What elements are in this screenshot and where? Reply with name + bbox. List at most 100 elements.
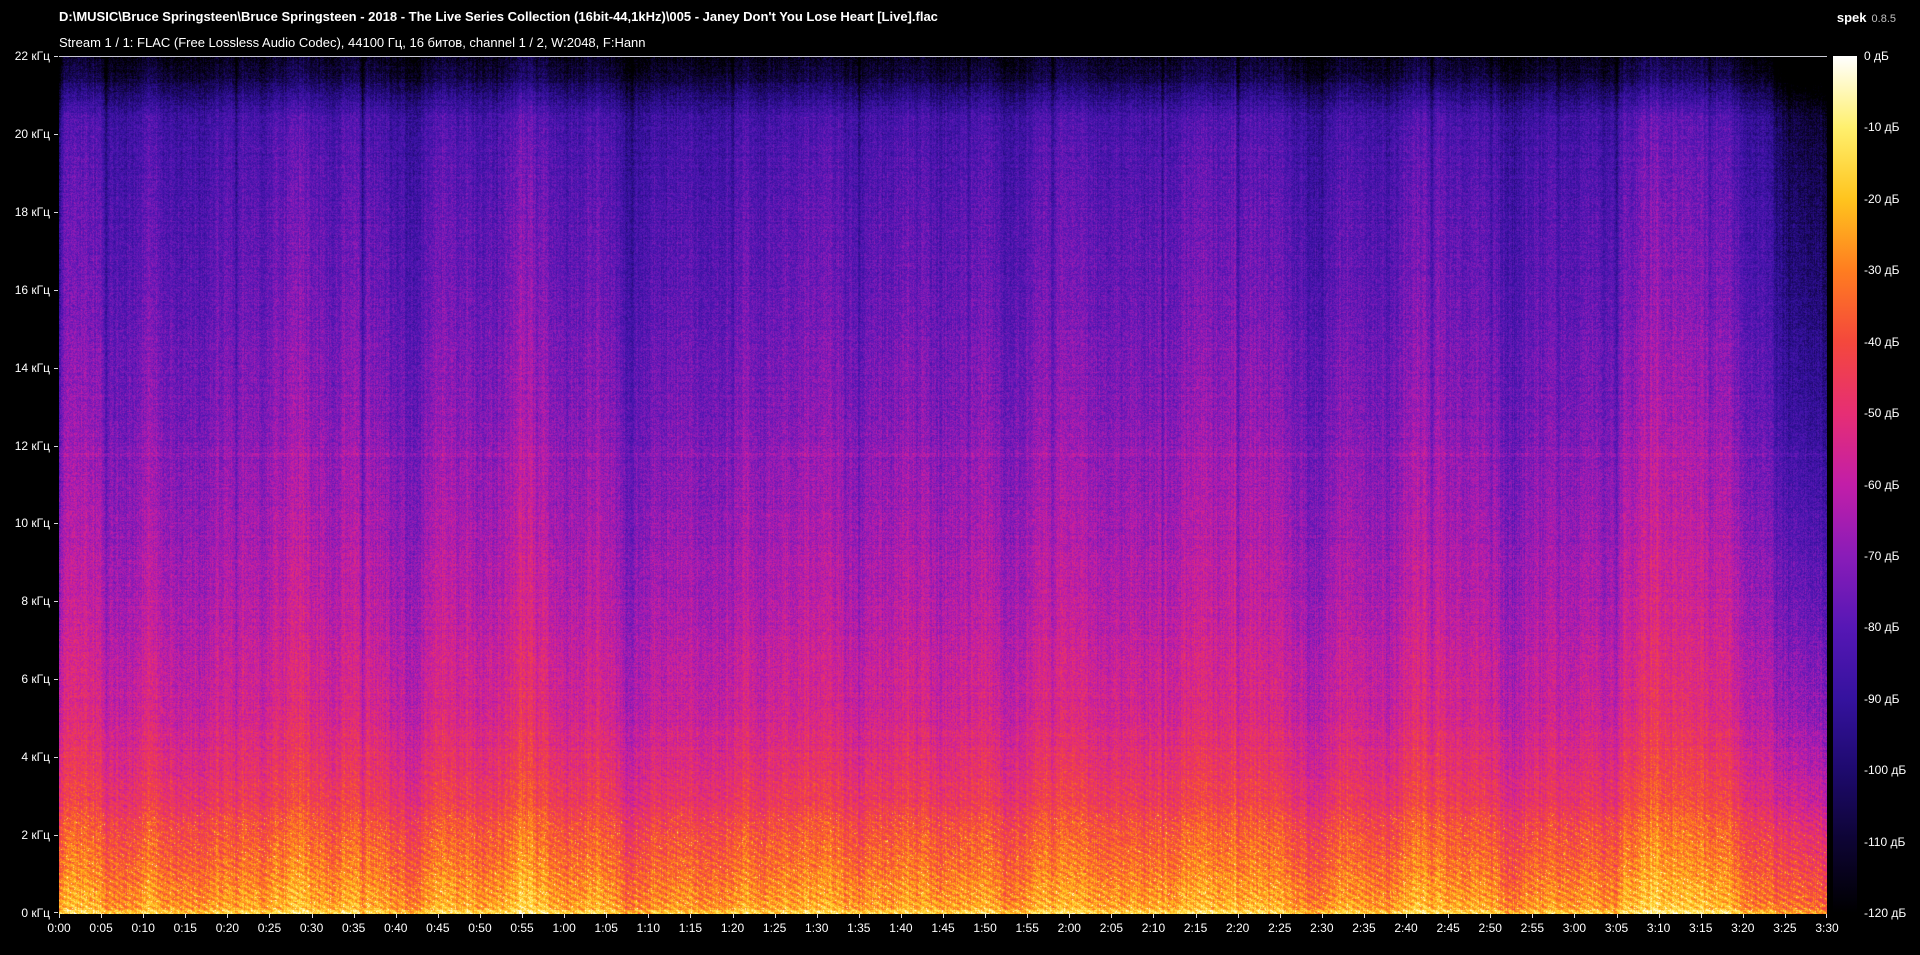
- time-tick-label: 0:20: [215, 921, 240, 935]
- time-tick-label: 3:15: [1689, 921, 1713, 935]
- freq-tick: [54, 601, 58, 603]
- db-tick-label: -110 дБ: [1864, 834, 1906, 849]
- time-tick-label: 2:25: [1268, 921, 1292, 935]
- time-tick: [606, 914, 608, 918]
- time-tick-label: 1:10: [636, 921, 661, 935]
- time-tick: [1658, 914, 1660, 918]
- time-tick-label: 1:40: [889, 921, 913, 935]
- freq-tick-label: 6 кГц: [21, 672, 50, 687]
- time-tick: [1027, 914, 1029, 918]
- freq-tick: [54, 757, 58, 759]
- time-tick-label: 0:35: [341, 921, 366, 935]
- time-tick: [311, 914, 313, 918]
- time-tick-label: 2:20: [1225, 921, 1250, 935]
- time-tick: [1111, 914, 1113, 918]
- time-tick: [1490, 914, 1492, 918]
- time-tick-label: 3:00: [1562, 921, 1587, 935]
- legend-axis: 0 дБ -10 дБ -20 дБ -30 дБ -40 дБ -50 дБ -60 дБ…: [1864, 49, 1920, 920]
- time-tick-label: 2:50: [1478, 921, 1502, 935]
- freq-tick-label: 16 кГц: [14, 282, 50, 297]
- time-tick-label: 2:15: [1183, 921, 1208, 935]
- time-tick: [648, 914, 650, 918]
- time-tick-label: 0:10: [131, 921, 155, 935]
- time-tick: [858, 914, 860, 918]
- frequency-axis: 22 кГц 20 кГц 18 кГц 16 кГц 14 кГц 12 кГц 10 к…: [0, 49, 59, 920]
- time-tick-label: 2:10: [1141, 921, 1166, 935]
- time-tick-label: 3:25: [1773, 921, 1797, 935]
- freq-tick: [54, 912, 58, 913]
- time-tick-label: 0:40: [384, 921, 408, 935]
- time-axis: 0:00 0:05 0:10 0:15 0:20 0:25 0:30 0:35 0:40 0:45…: [47, 913, 1839, 955]
- time-tick-label: 1:55: [1015, 921, 1039, 935]
- db-tick-label: -100 дБ: [1864, 763, 1907, 778]
- time-tick: [1616, 914, 1618, 918]
- time-tick: [437, 914, 439, 918]
- freq-tick: [54, 679, 58, 681]
- freq-tick-label: 8 кГц: [21, 594, 50, 609]
- time-tick: [816, 914, 818, 918]
- db-tick-label: -70 дБ: [1864, 548, 1900, 563]
- time-tick-label: 3:05: [1604, 921, 1629, 935]
- time-tick: [143, 914, 145, 918]
- time-tick: [985, 914, 987, 918]
- spectrogram: [59, 57, 1827, 914]
- time-tick: [395, 914, 397, 918]
- time-tick-label: 2:00: [1057, 921, 1081, 935]
- time-tick-label: 2:35: [1352, 921, 1376, 935]
- db-tick-label: -60 дБ: [1864, 477, 1900, 492]
- time-tick: [1532, 914, 1534, 918]
- freq-tick-label: 20 кГц: [14, 126, 50, 141]
- time-tick: [101, 914, 103, 918]
- time-tick: [900, 914, 902, 918]
- db-tick-label: -80 дБ: [1864, 620, 1900, 635]
- time-tick: [1069, 914, 1071, 918]
- time-tick-label: 2:05: [1099, 921, 1124, 935]
- time-tick: [1279, 914, 1281, 918]
- time-tick: [269, 914, 271, 918]
- time-tick: [522, 914, 524, 918]
- time-tick-label: 1:00: [552, 921, 576, 935]
- db-tick-label: -50 дБ: [1864, 406, 1900, 421]
- time-tick: [690, 914, 692, 918]
- app-brand: spek 0.8.5: [1837, 9, 1896, 27]
- time-tick-label: 1:20: [720, 921, 745, 935]
- time-tick-label: 3:10: [1646, 921, 1671, 935]
- freq-tick: [54, 133, 58, 135]
- db-tick-label: -90 дБ: [1864, 691, 1900, 706]
- db-tick-label: -40 дБ: [1864, 334, 1900, 349]
- time-tick: [1363, 914, 1365, 918]
- file-path: D:\MUSIC\Bruce Springsteen\Bruce Springs…: [59, 9, 938, 24]
- time-tick-label: 1:50: [973, 921, 997, 935]
- time-tick-label: 0:50: [468, 921, 492, 935]
- freq-tick: [54, 523, 58, 525]
- time-tick-label: 1:30: [805, 921, 829, 935]
- time-tick: [353, 914, 355, 918]
- db-tick-label: -10 дБ: [1864, 120, 1900, 135]
- freq-tick-label: 18 кГц: [14, 204, 50, 219]
- freq-tick: [54, 835, 58, 837]
- app-name: spek: [1836, 10, 1867, 25]
- time-tick-label: 0:30: [299, 921, 324, 935]
- time-tick-label: 1:15: [678, 921, 703, 935]
- time-tick-label: 1:35: [847, 921, 871, 935]
- freq-tick-label: 4 кГц: [21, 750, 50, 765]
- time-tick: [1574, 914, 1576, 918]
- time-tick: [185, 914, 187, 918]
- time-tick: [1195, 914, 1197, 918]
- time-tick-label: 2:30: [1310, 921, 1334, 935]
- freq-tick-label: 10 кГц: [14, 516, 50, 531]
- stream-info: Stream 1 / 1: FLAC (Free Lossless Audio …: [59, 35, 646, 50]
- time-tick-label: 2:40: [1394, 921, 1418, 935]
- db-tick-label: 0 дБ: [1864, 49, 1889, 63]
- time-tick: [1321, 914, 1323, 918]
- time-tick-label: 3:30: [1815, 921, 1839, 935]
- time-tick-label: 1:45: [931, 921, 955, 935]
- time-tick-label: 0:15: [173, 921, 197, 935]
- db-tick-label: -120 дБ: [1864, 906, 1907, 920]
- time-tick: [59, 914, 60, 918]
- freq-tick: [54, 445, 58, 447]
- time-tick-label: 1:25: [762, 921, 787, 935]
- time-tick: [732, 914, 734, 918]
- time-tick: [1153, 914, 1155, 918]
- legend-gradient: [1833, 56, 1857, 913]
